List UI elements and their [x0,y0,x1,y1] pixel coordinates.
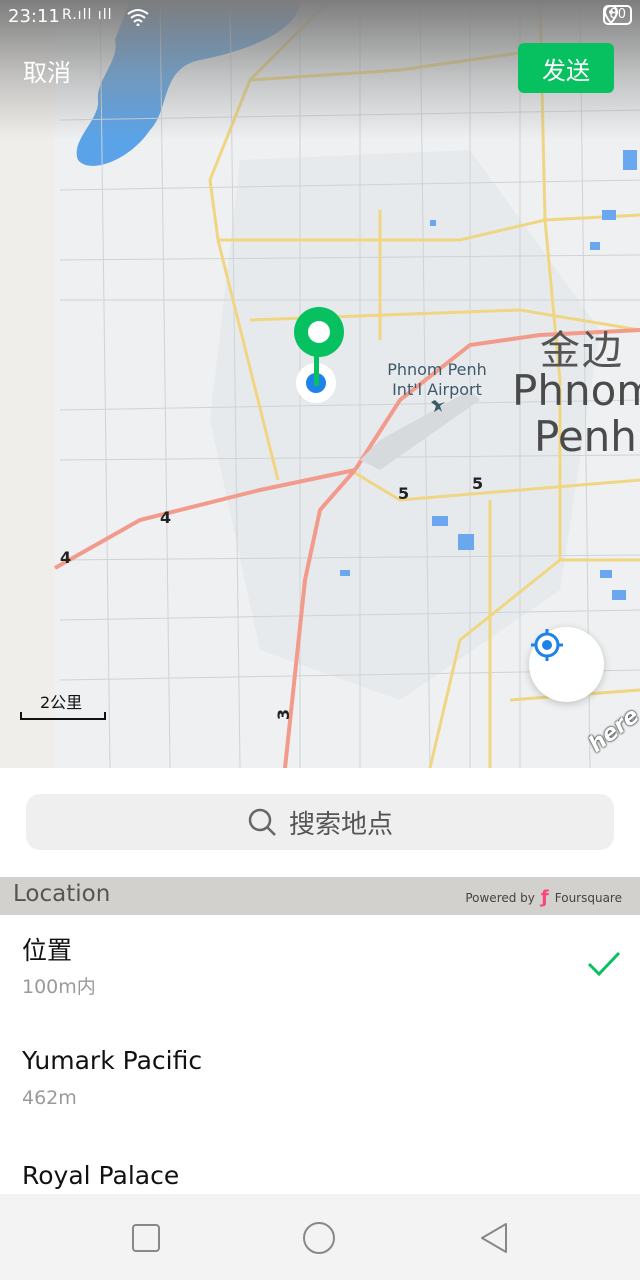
scale-label: 2公里 [40,693,83,712]
home-icon[interactable] [301,1220,337,1256]
road-number: 5 [472,474,484,493]
signal-icon: R.ıll ıll [62,7,113,23]
powered-by: Powered by ƒ Foursquare [465,887,622,908]
status-time: 23:11 [8,6,60,27]
back-icon[interactable] [476,1220,512,1256]
status-bar: 23:11 R.ıll ıll 80 [0,0,640,36]
road-number: 4 [160,508,172,527]
place-item[interactable]: Yumark Pacific 462m [0,1030,640,1145]
system-nav-bar [0,1194,640,1280]
send-button[interactable]: 发送 [518,43,614,93]
map-view[interactable]: 金边 Phnom Penh Phnom Penh Int'l Airport 4… [0,0,640,768]
place-distance: 462m [22,1087,77,1109]
road-number: 4 [60,548,72,567]
my-location-button[interactable] [529,627,604,702]
airport-label: Phnom Penh Int'l Airport [387,360,487,399]
place-distance: 100m内 [22,976,96,998]
place-name: 位置 [22,936,73,965]
search-placeholder: 搜索地点 [288,809,393,840]
section-header: Location Powered by ƒ Foursquare [0,877,640,915]
crosshair-icon [531,629,563,661]
location-panel: 搜索地点 Location Powered by ƒ Foursquare 位置… [0,768,640,1194]
place-name: Yumark Pacific [22,1046,203,1075]
place-name: Royal Palace [22,1161,180,1190]
section-title: Location [13,881,111,907]
checkmark-icon [587,951,621,977]
foursquare-icon: ƒ [540,887,549,908]
recent-apps-icon[interactable] [128,1220,164,1256]
scale-bar [20,712,106,720]
provider-name: Foursquare [554,890,622,905]
search-icon [248,808,276,836]
location-icon [604,5,619,25]
powered-by-label: Powered by [465,890,535,905]
road-number: 3 [274,708,294,721]
place-item[interactable]: Royal Palace [0,1145,640,1194]
map-city-label: Phnom Penh [512,366,640,461]
place-item[interactable]: 位置 100m内 [0,915,640,1030]
wifi-icon [127,9,149,26]
road-number: 5 [398,484,410,503]
search-input[interactable]: 搜索地点 [26,794,614,850]
cancel-button[interactable]: 取消 [23,53,71,88]
